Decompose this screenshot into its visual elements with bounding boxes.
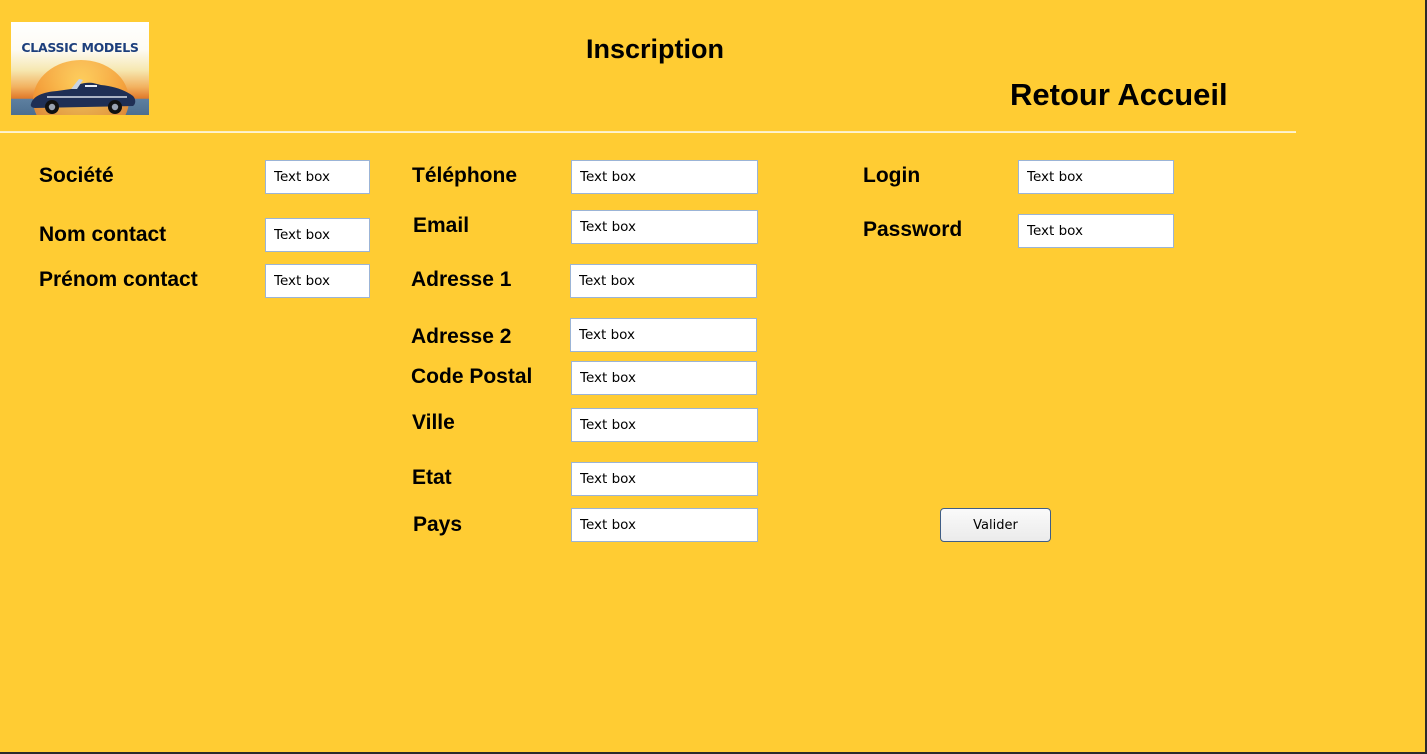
state-label: Etat: [412, 466, 452, 489]
address1-input[interactable]: [570, 264, 757, 298]
address2-input[interactable]: [570, 318, 757, 352]
city-label: Ville: [412, 411, 455, 434]
login-input[interactable]: [1018, 160, 1174, 194]
postal-code-input[interactable]: [571, 361, 757, 395]
registration-page: CLASSIC MODELS Inscription Retour Accuei…: [0, 0, 1427, 754]
classic-models-logo: CLASSIC MODELS: [11, 22, 149, 115]
country-input[interactable]: [571, 508, 758, 542]
page-title: Inscription: [585, 34, 724, 64]
login-label: Login: [863, 164, 921, 187]
postal-code-label: Code Postal: [411, 365, 533, 388]
password-input[interactable]: [1018, 214, 1174, 248]
contact-last-name-label: Nom contact: [39, 223, 167, 246]
header-divider: [0, 131, 1296, 133]
state-input[interactable]: [571, 462, 758, 496]
password-label: Password: [863, 218, 963, 241]
logo-text: CLASSIC MODELS: [21, 40, 139, 55]
company-input[interactable]: [265, 160, 370, 194]
submit-button[interactable]: Valider: [940, 508, 1051, 542]
email-input[interactable]: [571, 210, 758, 244]
car-icon: [30, 79, 136, 114]
contact-last-name-input[interactable]: [265, 218, 370, 252]
back-home-link[interactable]: Retour Accueil: [1010, 77, 1228, 113]
contact-first-name-label: Prénom contact: [39, 268, 198, 291]
phone-label: Téléphone: [412, 164, 518, 187]
contact-first-name-input[interactable]: [265, 264, 370, 298]
address2-label: Adresse 2: [411, 325, 512, 348]
email-label: Email: [413, 214, 470, 237]
city-input[interactable]: [571, 408, 758, 442]
address1-label: Adresse 1: [411, 268, 512, 291]
phone-input[interactable]: [571, 160, 758, 194]
company-label: Société: [39, 164, 114, 187]
country-label: Pays: [413, 513, 463, 536]
